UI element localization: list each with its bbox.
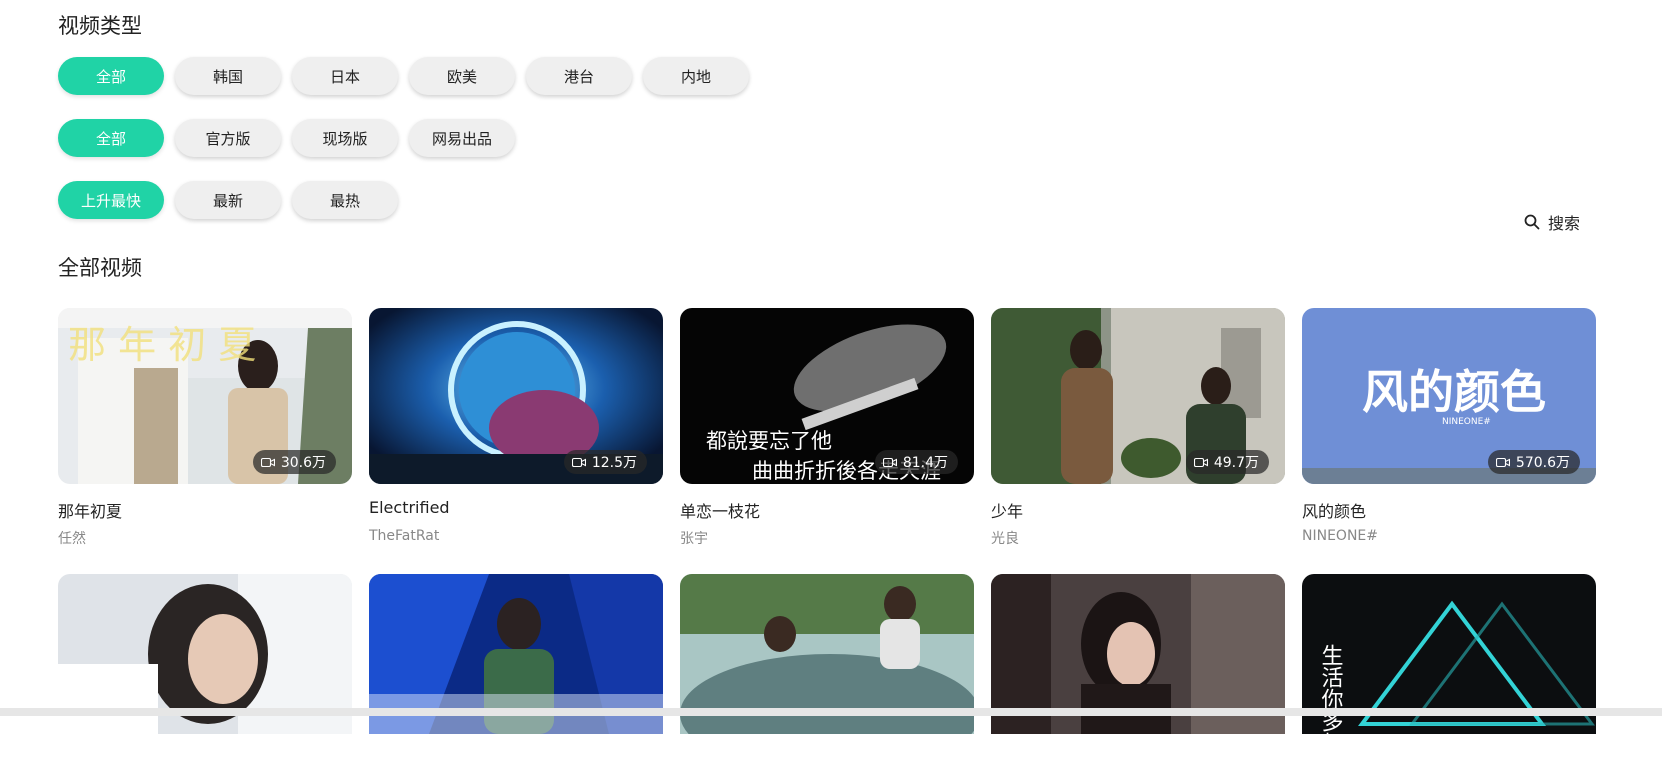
view-count: 12.5万 bbox=[591, 455, 637, 471]
filter-region-korea[interactable]: 韩国 bbox=[175, 57, 281, 95]
video-card[interactable]: 那 年 初 夏 30.6万 那年初夏 任然 bbox=[58, 308, 352, 574]
video-card[interactable] bbox=[58, 574, 352, 774]
sort-rising[interactable]: 上升最快 bbox=[58, 181, 164, 219]
video-title[interactable]: 那年初夏 bbox=[58, 498, 122, 522]
video-camera-icon bbox=[1193, 457, 1208, 467]
view-count: 30.6万 bbox=[280, 455, 326, 471]
filter-region-japan[interactable]: 日本 bbox=[292, 57, 398, 95]
filter-region-hktw[interactable]: 港台 bbox=[526, 57, 632, 95]
video-camera-icon bbox=[571, 457, 586, 467]
video-overlay-text: 那 年 初 夏 bbox=[68, 323, 256, 367]
video-title[interactable]: 单恋一枝花 bbox=[680, 498, 760, 522]
sort-hottest[interactable]: 最热 bbox=[292, 181, 398, 219]
region-filter-row: 全部 韩国 日本 欧美 港台 内地 bbox=[58, 57, 749, 95]
video-artist[interactable]: 张宇 bbox=[680, 528, 708, 548]
video-card[interactable] bbox=[680, 574, 974, 774]
filter-version-live[interactable]: 现场版 bbox=[292, 119, 398, 157]
video-caption-line1: 都說要忘了他 bbox=[706, 429, 832, 453]
video-thumbnail[interactable]: 都說要忘了他 曲曲折折後各走天涯 81.4万 bbox=[680, 308, 974, 484]
video-artist[interactable]: NINEONE# bbox=[1302, 528, 1378, 544]
view-count-badge: 570.6万 bbox=[1487, 450, 1580, 474]
video-camera-icon bbox=[1495, 457, 1510, 467]
view-count-badge: 12.5万 bbox=[563, 450, 647, 474]
view-count: 570.6万 bbox=[1515, 455, 1570, 471]
sort-newest[interactable]: 最新 bbox=[175, 181, 281, 219]
search-button[interactable]: 搜索 bbox=[1524, 210, 1580, 234]
view-count: 49.7万 bbox=[1213, 455, 1259, 471]
video-thumbnail[interactable]: 49.7万 bbox=[991, 308, 1285, 484]
sort-filter-row: 上升最快 最新 最热 bbox=[58, 181, 398, 219]
video-grid: 那 年 初 夏 30.6万 那年初夏 任然 12.5万 Electrified … bbox=[58, 308, 1596, 774]
view-count-badge: 81.4万 bbox=[874, 450, 958, 474]
filter-version-all[interactable]: 全部 bbox=[58, 119, 164, 157]
search-label: 搜索 bbox=[1548, 214, 1581, 233]
video-thumbnail[interactable]: 风的颜色 NINEONE# 570.6万 bbox=[1302, 308, 1596, 484]
video-thumbnail[interactable]: 那 年 初 夏 30.6万 bbox=[58, 308, 352, 484]
video-camera-icon bbox=[260, 457, 275, 467]
video-card[interactable]: 49.7万 少年 光良 bbox=[991, 308, 1285, 574]
version-filter-row: 全部 官方版 现场版 网易出品 bbox=[58, 119, 515, 157]
filter-region-all[interactable]: 全部 bbox=[58, 57, 164, 95]
search-icon bbox=[1524, 214, 1540, 230]
view-count: 81.4万 bbox=[902, 455, 948, 471]
video-artist[interactable]: 光良 bbox=[991, 528, 1019, 548]
video-card[interactable]: 风的颜色 NINEONE# 570.6万 风的颜色 NINEONE# bbox=[1302, 308, 1596, 574]
video-thumbnail[interactable]: 12.5万 bbox=[369, 308, 663, 484]
video-art-text: 生活你多想 bbox=[1318, 644, 1344, 734]
filter-region-mainland[interactable]: 内地 bbox=[643, 57, 749, 95]
video-camera-icon bbox=[882, 457, 897, 467]
video-card[interactable]: 12.5万 Electrified TheFatRat bbox=[369, 308, 663, 574]
filter-version-official[interactable]: 官方版 bbox=[175, 119, 281, 157]
filter-version-netease[interactable]: 网易出品 bbox=[409, 119, 515, 157]
video-artist[interactable]: 任然 bbox=[58, 528, 86, 548]
video-card[interactable] bbox=[991, 574, 1285, 774]
video-type-heading: 视频类型 bbox=[58, 14, 142, 38]
video-title[interactable]: Electrified bbox=[369, 498, 450, 517]
video-artist[interactable]: TheFatRat bbox=[369, 528, 439, 544]
view-count-badge: 30.6万 bbox=[252, 450, 336, 474]
horizontal-scrollbar[interactable] bbox=[0, 708, 1662, 716]
video-title[interactable]: 少年 bbox=[991, 498, 1023, 522]
video-card[interactable]: 生活你多想 bbox=[1302, 574, 1596, 774]
video-title[interactable]: 风的颜色 bbox=[1302, 498, 1366, 522]
all-videos-heading: 全部视频 bbox=[58, 256, 142, 280]
video-card[interactable] bbox=[369, 574, 663, 774]
video-card[interactable]: 都說要忘了他 曲曲折折後各走天涯 81.4万 单恋一枝花 张宇 bbox=[680, 308, 974, 574]
filter-region-west[interactable]: 欧美 bbox=[409, 57, 515, 95]
video-art-title: 风的颜色 bbox=[1362, 365, 1546, 419]
video-art-subtitle: NINEONE# bbox=[1442, 417, 1491, 427]
view-count-badge: 49.7万 bbox=[1185, 450, 1269, 474]
